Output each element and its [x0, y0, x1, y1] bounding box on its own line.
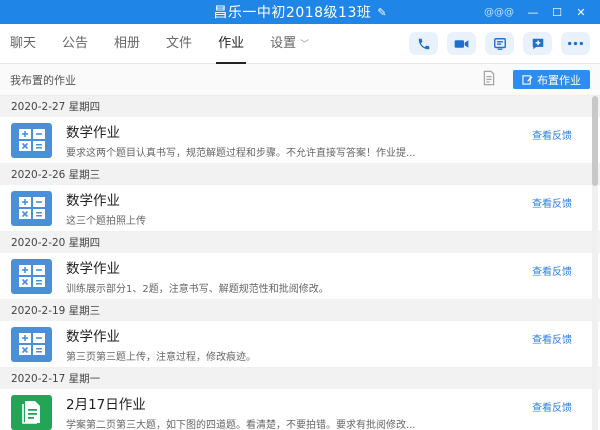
action-buttons: [409, 32, 600, 55]
view-feedback-link[interactable]: 查看反馈: [532, 331, 572, 346]
homework-subheader: 我布置的作业 布置作业: [0, 64, 600, 96]
scrollbar-thumb[interactable]: [592, 96, 598, 186]
more-icon: [568, 41, 583, 46]
video-button[interactable]: [447, 32, 476, 55]
draft-icon[interactable]: [481, 70, 497, 90]
message-plus-button[interactable]: [523, 32, 552, 55]
date-header: 2020-2-27 星期四: [0, 96, 600, 117]
maximize-icon[interactable]: ☐: [546, 6, 568, 19]
edit-icon: [522, 75, 533, 85]
homework-title: 2月17日作业: [66, 397, 146, 413]
date-header: 2020-2-17 星期一: [0, 368, 600, 389]
my-homework-label: 我布置的作业: [10, 73, 76, 87]
calculator-icon: [11, 258, 52, 294]
calculator-icon: [11, 190, 52, 226]
minimize-icon[interactable]: —: [522, 6, 544, 19]
date-header: 2020-2-19 星期三: [0, 300, 600, 321]
homework-description: 学案第二页第三大题，如下图的四道题。看清楚，不要拍错。要求有批阅修改...: [66, 420, 416, 430]
publish-homework-button[interactable]: 布置作业: [513, 70, 590, 89]
view-feedback-link[interactable]: 查看反馈: [532, 263, 572, 278]
tab-album[interactable]: 相册: [114, 24, 140, 64]
homework-title: 数学作业: [66, 193, 120, 209]
video-icon: [454, 39, 469, 48]
view-feedback-link[interactable]: 查看反馈: [532, 399, 572, 414]
tab-homework[interactable]: 作业: [216, 24, 247, 64]
scrollbar[interactable]: [592, 96, 598, 430]
window-controls: @@@ — ☐ ✕: [484, 0, 592, 24]
homework-description: 第三页第三题上传，注意过程，修改痕迹。: [66, 352, 256, 363]
homework-item[interactable]: 数学作业 这三个题拍照上传 查看反馈: [0, 185, 600, 232]
tab-bar: 聊天 公告 相册 文件 作业 设置 ﹀: [0, 24, 600, 64]
user-name: @@@: [484, 6, 514, 18]
homework-list[interactable]: 2020-2-27 星期四 数学作业 要求这两个题目认真书写，规范解题过程和步骤…: [0, 96, 600, 430]
homework-title: 数学作业: [66, 125, 120, 141]
date-header: 2020-2-26 星期三: [0, 164, 600, 185]
screen-share-icon: [493, 37, 506, 50]
homework-item[interactable]: 数学作业 要求这两个题目认真书写，规范解题过程和步骤。不允许直接写答案！作业提.…: [0, 117, 600, 164]
homework-title: 数学作业: [66, 329, 120, 345]
view-feedback-link[interactable]: 查看反馈: [532, 195, 572, 210]
homework-description: 要求这两个题目认真书写，规范解题过程和步骤。不允许直接写答案！作业提...: [66, 148, 416, 159]
calculator-icon: [11, 122, 52, 158]
document-icon: [11, 394, 52, 430]
view-feedback-link[interactable]: 查看反馈: [532, 127, 572, 142]
homework-title: 数学作业: [66, 261, 120, 277]
calculator-icon: [11, 326, 52, 362]
tab-announcement[interactable]: 公告: [62, 24, 88, 64]
chevron-down-icon: ﹀: [300, 39, 310, 50]
title-bar: 昌乐一中初2018级13班 ✎ @@@ — ☐ ✕: [0, 0, 600, 24]
tab-chat[interactable]: 聊天: [10, 24, 36, 64]
homework-item[interactable]: 数学作业 第三页第三题上传，注意过程，修改痕迹。 查看反馈: [0, 321, 600, 368]
message-plus-icon: [532, 38, 543, 49]
homework-description: 训练展示部分1、2题，注意书写、解题规范性和批阅修改。: [66, 284, 329, 295]
homework-item[interactable]: 2月17日作业 学案第二页第三大题，如下图的四道题。看清楚，不要拍错。要求有批阅…: [0, 389, 600, 430]
edit-title-icon[interactable]: ✎: [377, 6, 386, 19]
phone-icon: [418, 38, 429, 49]
phone-button[interactable]: [409, 32, 438, 55]
tab-settings[interactable]: 设置 ﹀: [270, 24, 309, 64]
close-icon[interactable]: ✕: [570, 6, 592, 19]
homework-item[interactable]: 数学作业 训练展示部分1、2题，注意书写、解题规范性和批阅修改。 查看反馈: [0, 253, 600, 300]
date-header: 2020-2-20 星期四: [0, 232, 600, 253]
tab-files[interactable]: 文件: [166, 24, 192, 64]
screen-share-button[interactable]: [485, 32, 514, 55]
more-button[interactable]: [561, 32, 590, 55]
window-title: 昌乐一中初2018级13班: [213, 5, 372, 21]
homework-description: 这三个题拍照上传: [66, 216, 146, 227]
